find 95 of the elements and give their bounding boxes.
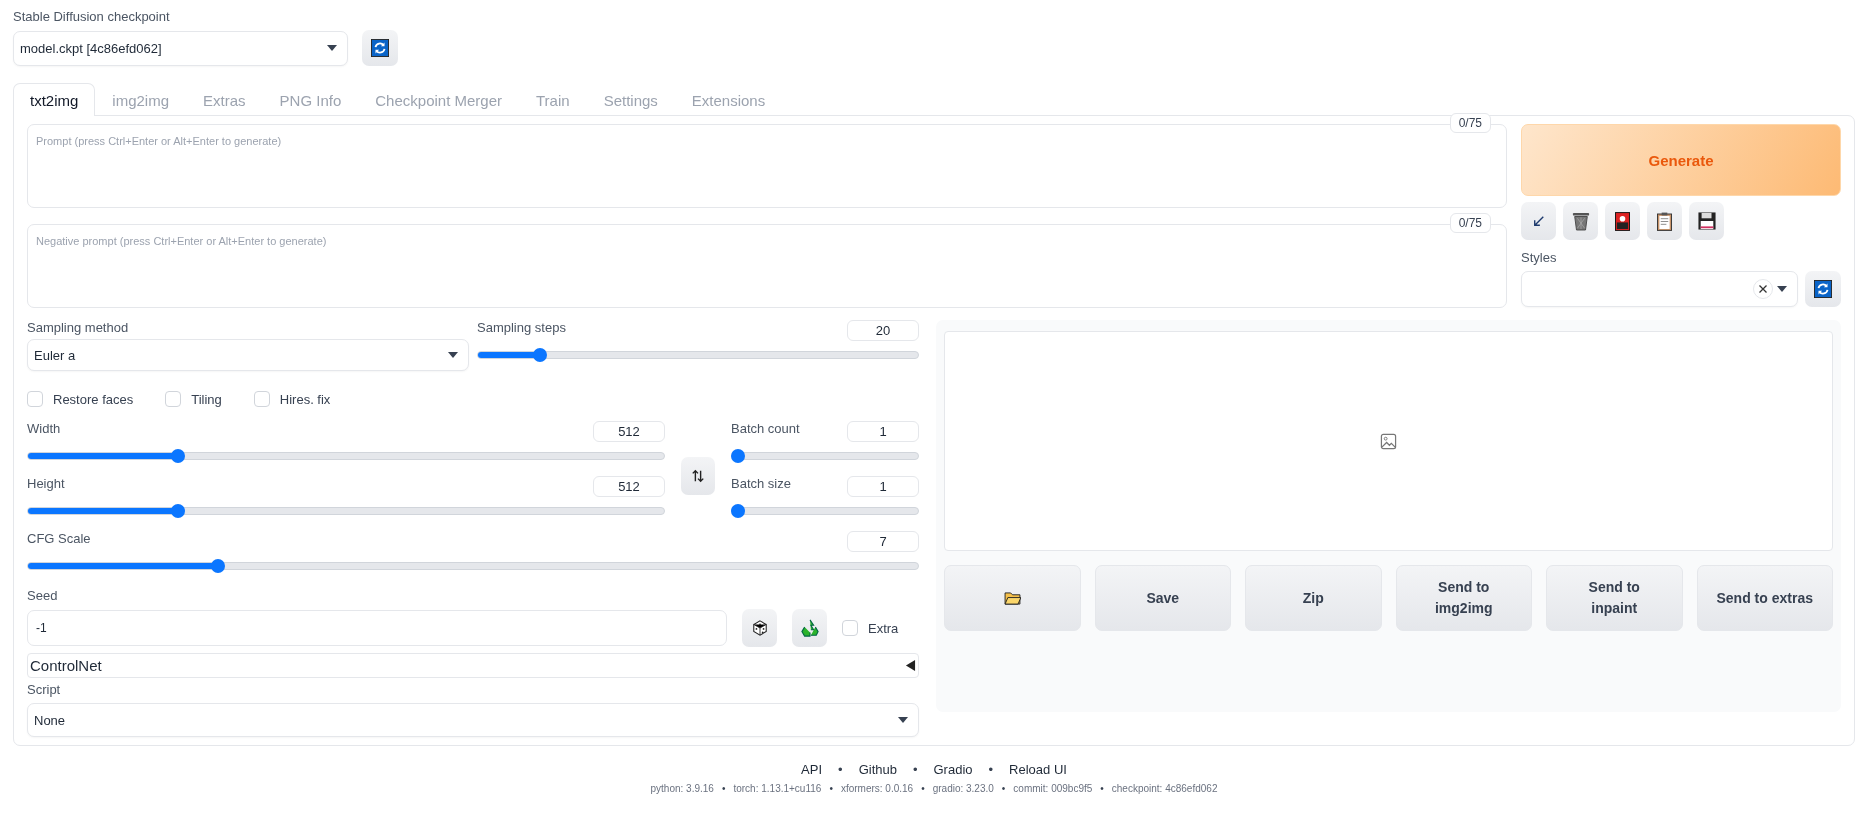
slider-track[interactable]	[27, 558, 919, 574]
script-dropdown[interactable]: None	[27, 703, 919, 737]
controlnet-accordion[interactable]: ControlNet	[27, 653, 919, 678]
slider-label: Batch size	[731, 476, 791, 491]
number-field[interactable]: 512	[593, 476, 665, 497]
separator-dot: •	[838, 762, 843, 777]
refresh-button[interactable]	[1805, 271, 1841, 307]
token-counter: 0/75	[1449, 213, 1491, 233]
swap-icon	[691, 469, 705, 483]
seed-field[interactable]: -1	[27, 610, 727, 646]
checkbox-label: Restore faces	[53, 391, 134, 407]
slider-track[interactable]	[731, 503, 919, 519]
caret-icon	[327, 45, 337, 51]
separator-dot: •	[1100, 783, 1104, 794]
script-label: Script	[27, 682, 62, 697]
footer-link[interactable]: Github	[858, 762, 897, 777]
styles-label: Styles	[1521, 250, 1558, 265]
checkbox-label: Tiling	[191, 391, 222, 407]
gallery-action-button[interactable]: Send to extras	[1696, 565, 1833, 631]
version-info: torch: 1.13.1+cu116	[733, 783, 822, 794]
swap-button[interactable]	[681, 457, 715, 495]
gallery-action-button[interactable]: Send to inpaint	[1546, 565, 1683, 631]
trash-button[interactable]	[1563, 202, 1598, 240]
slider-thumb[interactable]	[170, 449, 185, 463]
version-info: commit: 009bc9f5	[1013, 783, 1093, 794]
slider-thumb[interactable]	[211, 559, 226, 573]
separator-dot: •	[829, 783, 833, 794]
version-info: python: 3.9.16	[650, 783, 714, 794]
sampling-method-dropdown[interactable]: Euler a	[27, 339, 469, 371]
separator-dot: •	[988, 762, 994, 777]
slider-label: Width	[27, 421, 61, 436]
number-field[interactable]: 20	[847, 320, 919, 341]
number-field[interactable]: 512	[593, 421, 665, 442]
slider-track[interactable]	[27, 503, 665, 519]
dice-button[interactable]	[742, 609, 777, 647]
slider-label: Height	[27, 476, 65, 491]
slider-label: Sampling steps	[477, 320, 566, 335]
slider-thumb[interactable]	[731, 504, 745, 518]
image-icon	[1380, 432, 1397, 450]
checkbox[interactable]	[165, 391, 182, 407]
checkpoint-dropdown[interactable]: model.ckpt [4c86efd062]	[13, 30, 348, 66]
caret-icon	[898, 717, 908, 723]
picture-card-button[interactable]	[1605, 202, 1640, 240]
clipboard-button[interactable]	[1647, 202, 1682, 240]
gallery-action-button[interactable]: Zip	[1245, 565, 1382, 631]
checkbox[interactable]	[842, 620, 858, 636]
gallery-action-button[interactable]: Save	[1094, 565, 1231, 631]
sampling-method-label: Sampling method	[27, 320, 130, 335]
dice-icon	[751, 620, 768, 636]
gallery-action-button[interactable]: Send to img2img	[1395, 565, 1532, 631]
recycle-icon	[800, 619, 819, 637]
footer-link[interactable]: Gradio	[933, 762, 973, 777]
slider-track[interactable]	[731, 448, 919, 464]
number-field[interactable]: 7	[847, 531, 919, 552]
separator-dot: •	[1001, 783, 1006, 794]
separator-dot: •	[912, 762, 918, 777]
footer-link[interactable]: Reload UI	[1009, 762, 1067, 777]
caret-icon	[1777, 286, 1787, 292]
refresh-icon	[1814, 280, 1832, 298]
caret-icon	[448, 352, 458, 358]
checkbox-label: Hires. fix	[279, 391, 331, 407]
footer-link[interactable]: API	[801, 762, 823, 777]
slider-label: Batch count	[731, 421, 800, 436]
arrow-icon	[1532, 215, 1545, 227]
floppy-disk-button[interactable]	[1689, 202, 1724, 240]
token-counter: 0/75	[1449, 113, 1491, 133]
slider-thumb[interactable]	[170, 504, 185, 518]
checkbox[interactable]	[27, 391, 43, 407]
version-info: gradio: 3.23.0	[932, 783, 994, 794]
refresh-icon	[371, 39, 389, 57]
slider-thumb[interactable]	[731, 449, 745, 463]
clipboard-icon	[1657, 211, 1672, 231]
version-info: xformers: 0.0.16	[840, 783, 914, 794]
slider-thumb[interactable]	[532, 348, 547, 362]
number-field[interactable]: 1	[847, 421, 919, 442]
version-info: checkpoint: 4c86efd062	[1111, 783, 1218, 794]
checkpoint-label: Stable Diffusion checkpoint	[13, 9, 171, 24]
checkbox-label: Extra	[868, 620, 899, 636]
refresh-button[interactable]	[362, 30, 398, 66]
recycle-button[interactable]	[792, 609, 827, 647]
clear-icon[interactable]	[1753, 279, 1773, 299]
slider-track[interactable]	[27, 448, 665, 464]
slider-track[interactable]	[477, 347, 919, 363]
slider-label: CFG Scale	[27, 531, 91, 546]
seed-label: Seed	[27, 588, 59, 603]
trash-icon	[1571, 211, 1590, 231]
separator-dot: •	[721, 783, 726, 794]
arrow-button[interactable]	[1521, 202, 1556, 240]
folder-icon	[1003, 591, 1021, 605]
separator-dot: •	[921, 783, 925, 794]
picture-card-icon	[1615, 211, 1630, 231]
tab[interactable]: txt2img	[13, 83, 96, 116]
checkbox[interactable]	[253, 391, 270, 407]
number-field[interactable]: 1	[847, 476, 919, 497]
expand-icon	[905, 660, 916, 671]
